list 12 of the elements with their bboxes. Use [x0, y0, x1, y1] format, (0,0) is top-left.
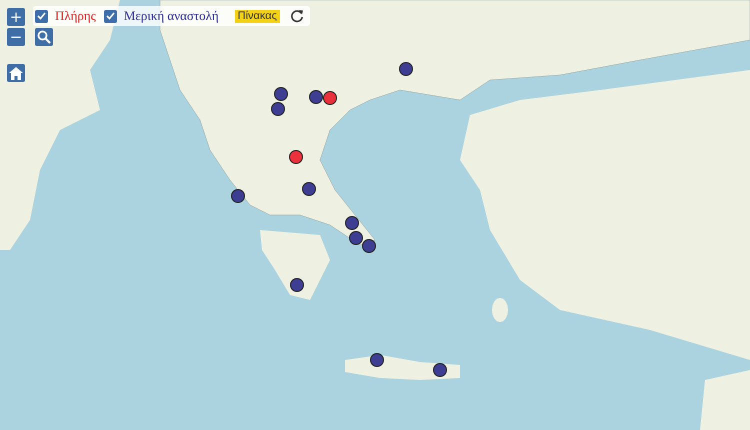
- reload-icon[interactable]: [290, 9, 304, 23]
- zoom-in-button[interactable]: +: [7, 8, 25, 26]
- filter-label: Πλήρης: [55, 8, 96, 24]
- zoom-out-button[interactable]: −: [7, 28, 25, 46]
- checkbox[interactable]: [35, 10, 48, 22]
- checkbox[interactable]: [104, 10, 117, 22]
- table-button[interactable]: Πίνακας: [234, 10, 280, 22]
- filter-label: Μερική αναστολή: [124, 8, 219, 24]
- home-icon: [9, 66, 23, 80]
- home-button[interactable]: [7, 64, 25, 82]
- search-button[interactable]: [35, 28, 53, 46]
- search-icon: [37, 30, 51, 44]
